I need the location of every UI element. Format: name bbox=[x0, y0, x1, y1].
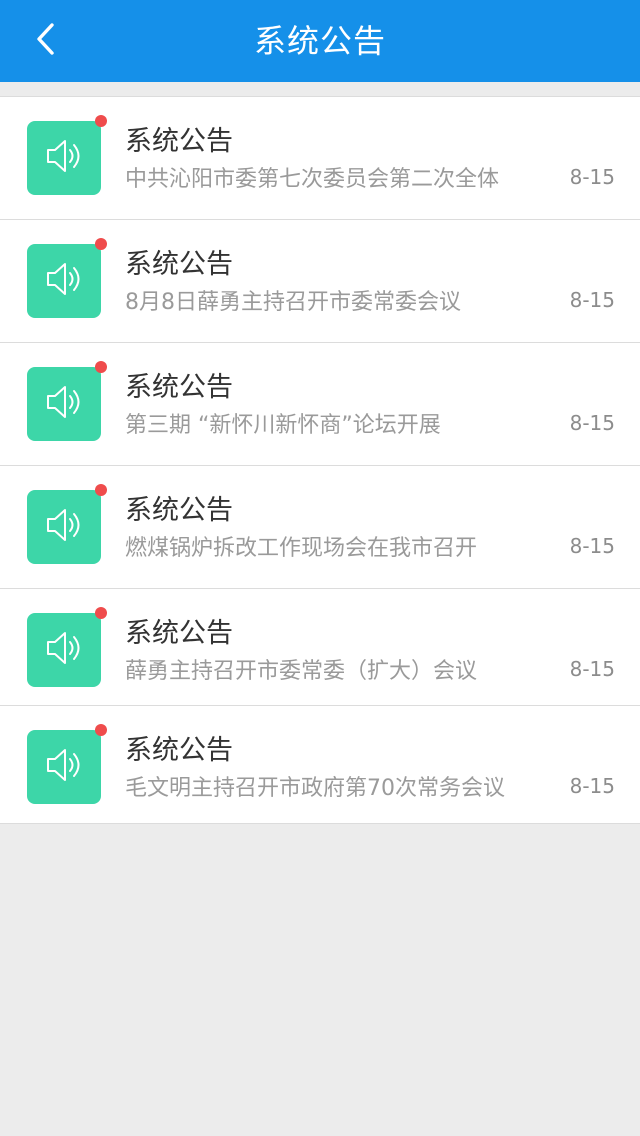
speaker-icon bbox=[42, 743, 86, 791]
notice-title: 系统公告 bbox=[125, 735, 233, 766]
speaker-icon bbox=[42, 503, 86, 551]
notice-item[interactable]: 系统公告 薛勇主持召开市委常委（扩大）会议 8-15 bbox=[0, 589, 640, 706]
notice-item[interactable]: 系统公告 8月8日薛勇主持召开市委常委会议 8-15 bbox=[0, 220, 640, 343]
unread-dot bbox=[95, 724, 107, 736]
notice-date: 8-15 bbox=[569, 165, 615, 189]
unread-dot bbox=[95, 115, 107, 127]
speaker-icon bbox=[42, 380, 86, 428]
notice-date: 8-15 bbox=[569, 657, 615, 681]
unread-dot bbox=[95, 607, 107, 619]
notice-title: 系统公告 bbox=[125, 618, 233, 649]
notice-icon-tile bbox=[27, 238, 107, 318]
notice-title: 系统公告 bbox=[125, 126, 233, 157]
notice-summary: 燃煤锅炉拆改工作现场会在我市召开 bbox=[125, 536, 478, 561]
notice-summary: 第三期 “新怀川新怀商”论坛开展 bbox=[125, 413, 441, 438]
notice-item[interactable]: 系统公告 中共沁阳市委第七次委员会第二次全体 8-15 bbox=[0, 97, 640, 220]
notice-item[interactable]: 系统公告 第三期 “新怀川新怀商”论坛开展 8-15 bbox=[0, 343, 640, 466]
notice-title: 系统公告 bbox=[125, 495, 233, 526]
speaker-icon bbox=[42, 134, 86, 182]
notice-list: 系统公告 中共沁阳市委第七次委员会第二次全体 8-15 系统公告 8月8日薛勇主… bbox=[0, 96, 640, 824]
page-title: 系统公告 bbox=[253, 22, 386, 60]
unread-dot bbox=[95, 361, 107, 373]
unread-dot bbox=[95, 238, 107, 250]
notice-date: 8-15 bbox=[569, 411, 615, 435]
speaker-icon bbox=[42, 626, 86, 674]
notice-summary: 中共沁阳市委第七次委员会第二次全体 bbox=[125, 167, 500, 192]
notice-icon-tile bbox=[27, 607, 107, 687]
unread-dot bbox=[95, 484, 107, 496]
notice-summary: 毛文明主持召开市政府第70次常务会议 bbox=[125, 776, 505, 801]
notice-item[interactable]: 系统公告 毛文明主持召开市政府第70次常务会议 8-15 bbox=[0, 706, 640, 823]
notice-item[interactable]: 系统公告 燃煤锅炉拆改工作现场会在我市召开 8-15 bbox=[0, 466, 640, 589]
top-nav-bar: 系统公告 bbox=[0, 0, 640, 82]
notice-icon-tile bbox=[27, 115, 107, 195]
notice-summary: 薛勇主持召开市委常委（扩大）会议 bbox=[125, 659, 478, 684]
notice-title: 系统公告 bbox=[125, 372, 233, 403]
notice-date: 8-15 bbox=[569, 534, 615, 558]
notice-date: 8-15 bbox=[569, 774, 615, 798]
notice-icon-tile bbox=[27, 361, 107, 441]
notice-title: 系统公告 bbox=[125, 249, 233, 280]
notice-icon-tile bbox=[27, 484, 107, 564]
notice-date: 8-15 bbox=[569, 288, 615, 312]
notice-icon-tile bbox=[27, 724, 107, 804]
notice-summary: 8月8日薛勇主持召开市委常委会议 bbox=[125, 290, 461, 315]
speaker-icon bbox=[42, 257, 86, 305]
